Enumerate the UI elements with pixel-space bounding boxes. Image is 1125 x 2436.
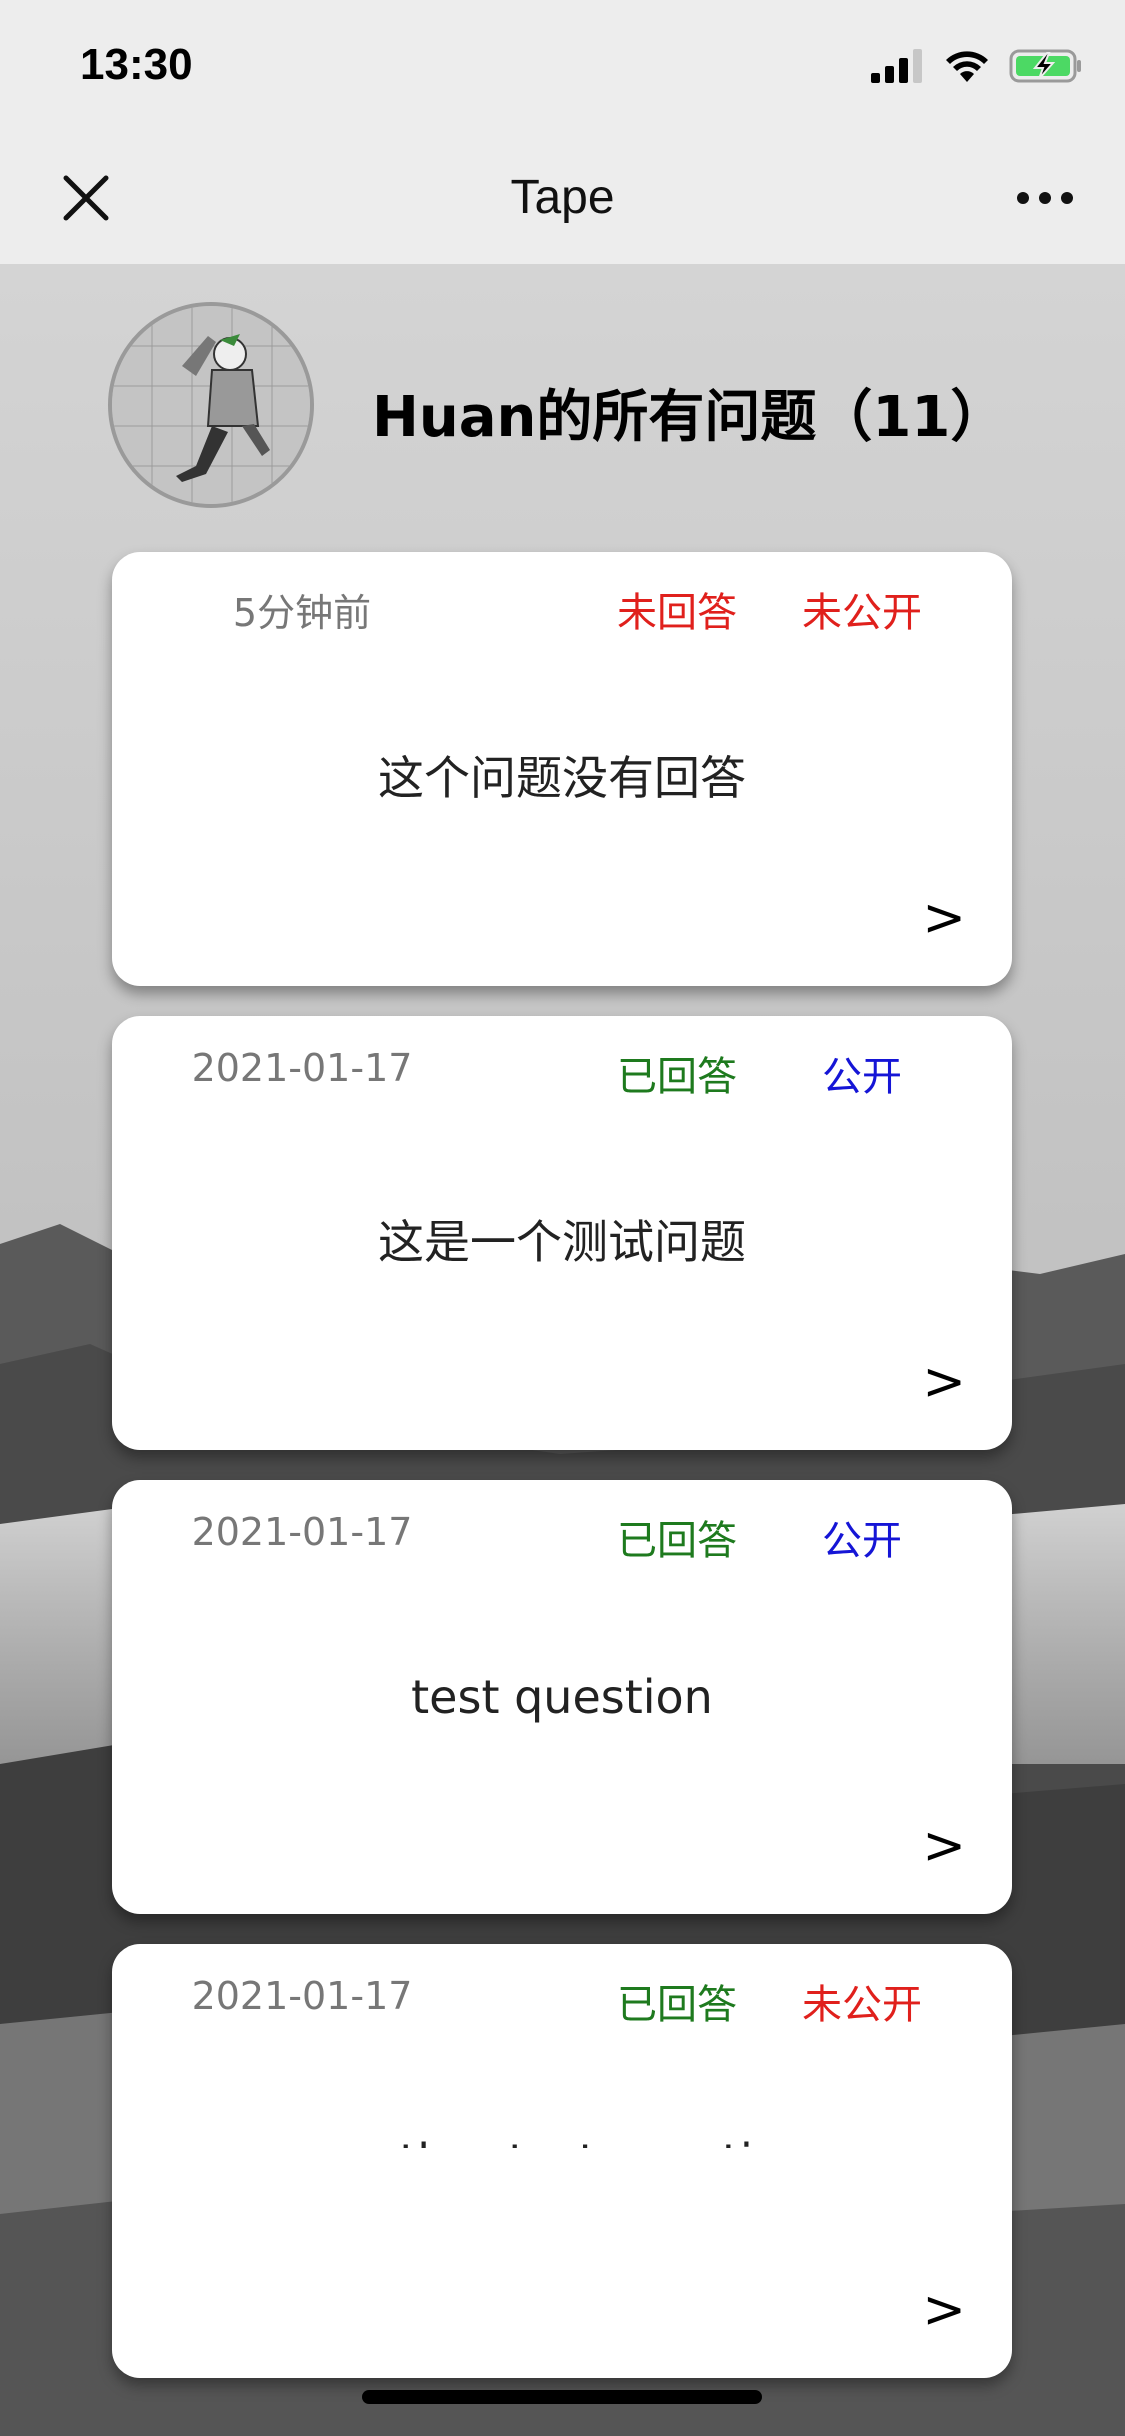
question-list: 5分钟前 未回答 未公开 这个问题没有回答 > 2021-01-17 已回答 公…: [112, 552, 1012, 2408]
profile-title: Huan的所有问题（11）: [372, 385, 1007, 450]
battery-charging-icon: [1009, 49, 1081, 83]
visibility-status: 公开: [822, 1518, 902, 1564]
question-text: 这个问题没有回答: [378, 751, 746, 805]
status-bar: 13:30: [0, 0, 1125, 132]
avatar: [108, 302, 314, 508]
visibility-status: 公开: [822, 1054, 902, 1100]
content-area[interactable]: Huan的所有问题（11） 5分钟前 未回答 未公开 这个问题没有回答 > 20…: [0, 264, 1125, 2436]
chevron-right-icon[interactable]: >: [922, 1816, 966, 1876]
answered-status: 未回答: [617, 590, 737, 636]
status-icons: [871, 48, 1083, 84]
question-card-partial[interactable]: [112, 2148, 1012, 2208]
question-card[interactable]: 5分钟前 未回答 未公开 这个问题没有回答 >: [112, 552, 1012, 986]
question-date: 2021-01-17: [191, 1510, 413, 1554]
more-icon[interactable]: [1015, 176, 1075, 220]
question-date: 2021-01-17: [191, 1046, 413, 1090]
home-indicator[interactable]: [362, 2390, 762, 2404]
answered-status: 已回答: [617, 1518, 737, 1564]
answered-status: 已回答: [617, 1982, 737, 2028]
question-date: 5分钟前: [232, 591, 372, 635]
visibility-status: 未公开: [802, 590, 922, 636]
question-card[interactable]: 2021-01-17 已回答 公开 test question >: [112, 1480, 1012, 1914]
status-time: 13:30: [80, 40, 193, 89]
visibility-status: 未公开: [802, 1982, 922, 2028]
chevron-right-icon[interactable]: >: [922, 2280, 966, 2340]
answered-status: 已回答: [617, 1054, 737, 1100]
nav-title: Tape: [510, 171, 615, 224]
chevron-right-icon[interactable]: >: [922, 1352, 966, 1412]
wifi-icon: [946, 51, 988, 82]
question-card[interactable]: 2021-01-17 已回答 公开 这是一个测试问题 >: [112, 1016, 1012, 1450]
question-text: test question: [411, 1670, 713, 1724]
question-date: 2021-01-17: [191, 1974, 413, 2018]
nav-bar: Tape: [0, 132, 1125, 264]
signal-icon: [871, 49, 922, 83]
chevron-right-icon[interactable]: >: [922, 888, 966, 948]
question-text: 这是一个测试问题: [378, 1215, 746, 1269]
